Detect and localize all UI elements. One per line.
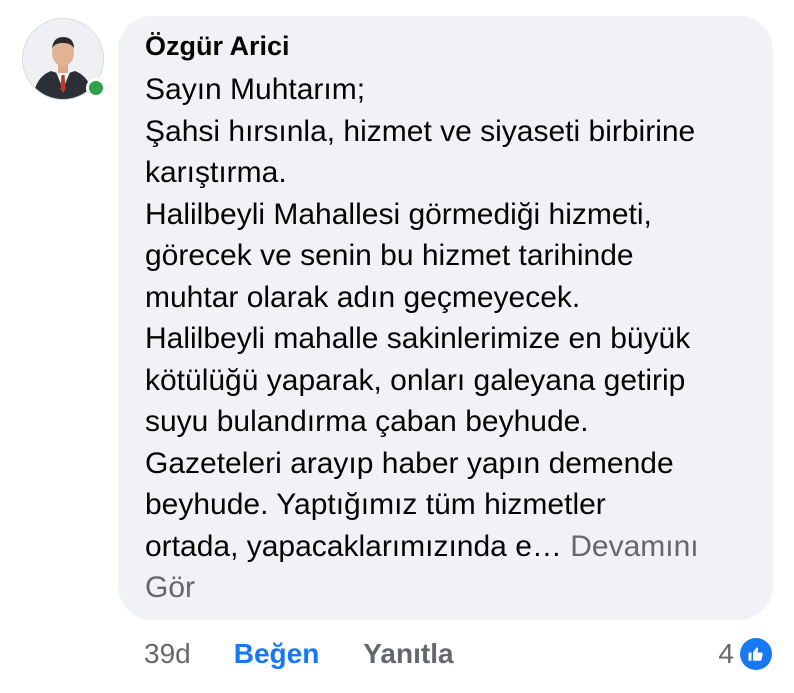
see-more-link-continued[interactable]: Gör	[145, 567, 751, 609]
comment-bubble: Özgür Arici Sayın Muhtarım; Şahsi hırsın…	[118, 16, 773, 620]
online-status-dot	[86, 78, 106, 98]
author-avatar-container[interactable]	[22, 18, 106, 100]
comment-text: Sayın Muhtarım; Şahsi hırsınla, hizmet v…	[145, 69, 751, 609]
comment-line: Gazeteleri arayıp haber yapın demende	[145, 446, 674, 480]
see-more-link[interactable]: Devamını	[570, 530, 698, 563]
comment-author-name[interactable]: Özgür Arici	[145, 29, 751, 63]
like-button[interactable]: Beğen	[234, 638, 320, 670]
comment-line: karıştırma.	[145, 156, 287, 189]
comment-line: kötülüğü yaparak, onları galeyana getiri…	[145, 363, 686, 397]
reaction-count: 4	[718, 638, 734, 669]
comment-actions: 39d Beğen Yanıtla	[144, 632, 454, 676]
comment-line: Halilbeyli Mahallesi görmediği hizmeti,	[145, 197, 652, 231]
comment-line: suyu bulandırma çaban beyhude.	[145, 405, 589, 438]
reaction-summary[interactable]: 4	[718, 632, 772, 676]
comment-timestamp[interactable]: 39d	[144, 638, 191, 670]
thumbs-up-icon	[740, 638, 772, 670]
comment-line: beyhude. Yaptığımız tüm hizmetler	[145, 488, 606, 521]
comment-line: görecek ve senin bu hizmet tarihinde	[145, 239, 634, 272]
comment-line: Şahsi hırsınla, hizmet ve siyaseti birbi…	[145, 114, 696, 148]
comment-last-line: ortada, yapacaklarımızında e…	[145, 529, 562, 563]
reply-button[interactable]: Yanıtla	[363, 638, 453, 670]
comment-line: muhtar olarak adın geçmeyecek.	[145, 280, 581, 314]
comment-line: Halilbeyli mahalle sakinlerimize en büyü…	[145, 322, 691, 355]
comment-line-truncated: ortada, yapacaklarımızında e… Devamını	[145, 526, 751, 568]
comment-line: Sayın Muhtarım;	[145, 73, 366, 106]
